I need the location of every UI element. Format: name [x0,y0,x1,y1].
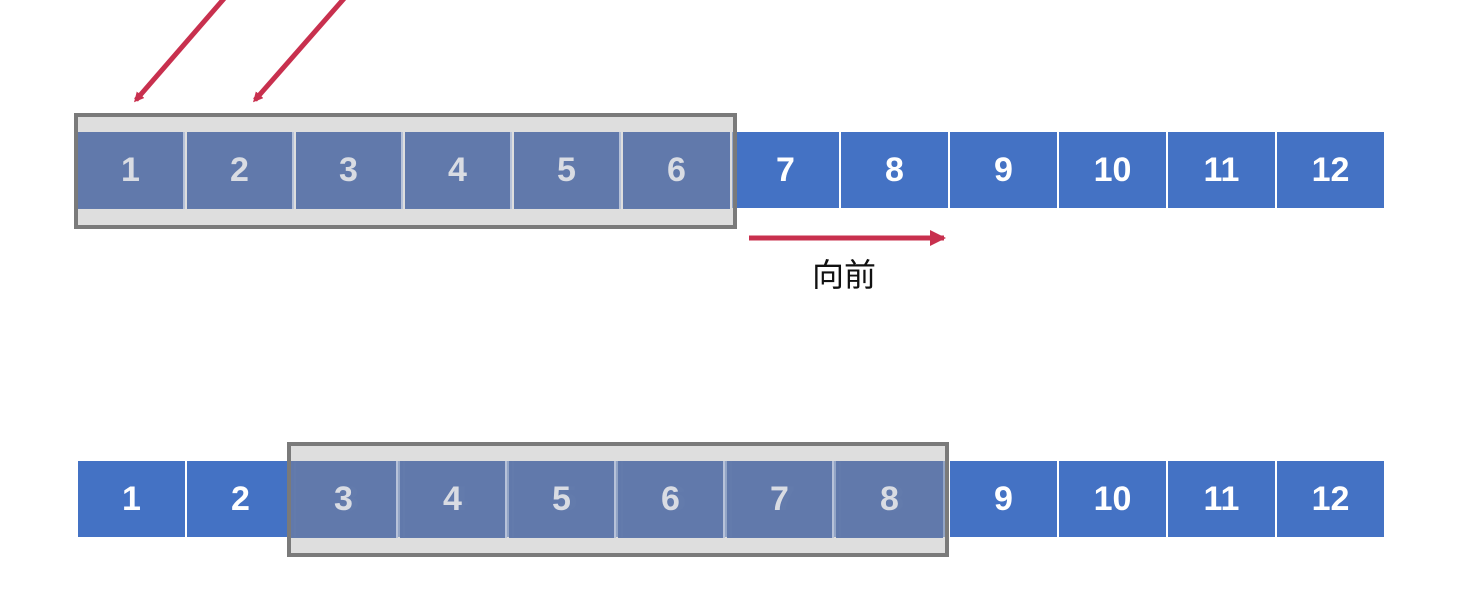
array-cell: 10 [1059,132,1166,208]
array-cell: 9 [950,132,1057,208]
array-cell: 6 [623,132,730,208]
array-cell: 12 [1277,461,1384,537]
array-cell: 11 [1168,461,1275,537]
array-cell: 3 [296,132,403,208]
array-cell: 4 [405,461,512,537]
array-cell: 11 [1168,132,1275,208]
array-cell: 1 [78,132,185,208]
pointer-arrow-icon-1 [134,0,227,103]
array-cell: 6 [623,461,730,537]
bottom-array-row: 1 2 3 4 5 6 7 8 9 10 11 12 [78,461,1384,537]
array-cell: 3 [296,461,403,537]
array-cell: 8 [841,461,948,537]
array-cell: 2 [187,461,294,537]
array-cell: 9 [950,461,1057,537]
array-cell: 7 [732,132,839,208]
forward-label: 向前 [812,256,877,294]
array-cell: 4 [405,132,512,208]
array-cell: 12 [1277,132,1384,208]
pointer-arrow-icon-2 [253,0,347,103]
array-cell: 10 [1059,461,1166,537]
array-cell: 5 [514,461,621,537]
top-array-row: 1 2 3 4 5 6 7 8 9 10 11 12 [78,132,1384,208]
array-cell: 1 [78,461,185,537]
array-cell: 5 [514,132,621,208]
array-cell: 8 [841,132,948,208]
forward-arrow-head [930,230,946,246]
array-cell: 7 [732,461,839,537]
array-cell: 2 [187,132,294,208]
